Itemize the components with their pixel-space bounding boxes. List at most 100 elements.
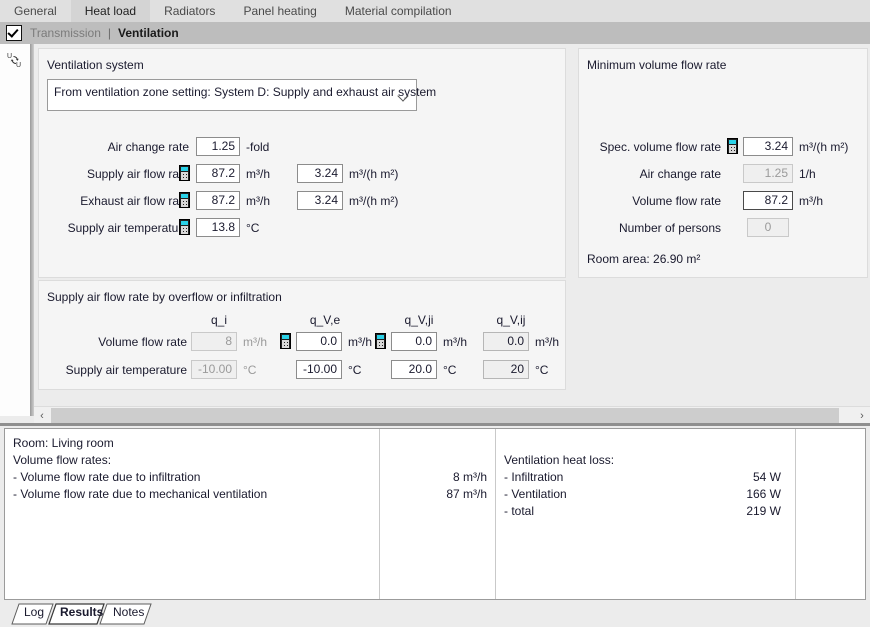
result-heatloss-total-value: 219 W — [746, 504, 781, 518]
sub-tab-bar: Transmission | Ventilation — [0, 22, 870, 44]
room-area-text: Room area: 26.90 m² — [587, 252, 701, 266]
supply-air-flow-rate-unit: m³/h — [246, 167, 270, 181]
supply-air-temperature-label: Supply air temperature — [67, 221, 189, 235]
tab-panel-heating[interactable]: Panel heating — [229, 0, 330, 22]
scrollbar-thumb[interactable] — [51, 408, 839, 423]
result-heatloss-infiltration-value: 54 W — [752, 470, 781, 484]
results-col-values-left: 8 m³/h 87 m³/h — [379, 429, 495, 599]
qvij-volume-flow-unit: m³/h — [535, 335, 559, 349]
qi-volume-flow-input: 8 — [191, 332, 237, 351]
result-room-line: Room: Living room — [13, 436, 114, 450]
qvji-temperature-input[interactable]: 20.0 — [391, 360, 437, 379]
result-vfr-heading: Volume flow rates: — [13, 453, 112, 467]
tab-radiators[interactable]: Radiators — [150, 0, 229, 22]
exhaust-air-flow-rate-unit: m³/h — [246, 194, 270, 208]
ventilation-system-title: Ventilation system — [47, 58, 144, 72]
air-change-rate-input[interactable]: 1.25 — [196, 137, 240, 156]
qvji-volume-flow-unit: m³/h — [443, 335, 467, 349]
qve-temperature-input[interactable]: -10.00 — [296, 360, 342, 379]
air-change-rate-unit: -fold — [246, 140, 270, 154]
supply-air-flow-rate-label: Supply air flow rate — [86, 167, 189, 181]
air-change-rate-label: Air change rate — [107, 140, 189, 154]
bottom-tab-notes[interactable]: Notes — [113, 605, 144, 619]
tab-heat-load[interactable]: Heat load — [70, 0, 151, 22]
results-col-heatloss-labels: Ventilation heat loss: - Infiltration - … — [495, 429, 795, 599]
min-air-change-rate-input: 1.25 — [743, 164, 793, 183]
ventilation-system-dropdown[interactable]: From ventilation zone setting: System D:… — [47, 79, 436, 111]
min-volume-flow-rate-input[interactable]: 87.2 — [743, 191, 793, 210]
results-pane: Room: Living room Volume flow rates: - V… — [4, 428, 866, 600]
exhaust-air-flow-rate-spec-input[interactable]: 3.24 — [297, 191, 343, 210]
application-window: General Heat load Radiators Panel heatin… — [0, 0, 870, 627]
qve-temperature-unit: °C — [348, 363, 362, 377]
minimum-volume-flow-title: Minimum volume flow rate — [587, 58, 727, 72]
bottom-tab-results[interactable]: Results — [60, 605, 103, 619]
result-heatloss-ventilation-value: 166 W — [746, 487, 781, 501]
min-volume-flow-rate-label: Volume flow rate — [632, 194, 721, 208]
calculator-icon-supply-temp[interactable] — [179, 219, 190, 235]
calculator-icon-supply-flow[interactable] — [179, 165, 190, 181]
ventilation-system-dropdown-value: From ventilation zone setting: System D:… — [54, 85, 437, 99]
subtab-transmission[interactable]: Transmission — [30, 26, 101, 40]
scroll-right-arrow-icon[interactable]: › — [854, 407, 870, 424]
calculator-icon-exhaust-flow[interactable] — [179, 192, 190, 208]
column-header-qve: q_V,e — [309, 313, 341, 327]
overflow-infiltration-title: Supply air flow rate by overflow or infi… — [47, 290, 282, 304]
result-vfr-mechanical-value: 87 m³/h — [446, 487, 487, 501]
enable-checkbox[interactable] — [6, 25, 22, 41]
qve-volume-flow-input[interactable]: 0.0 — [296, 332, 342, 351]
horizontal-scrollbar[interactable]: ‹ › — [34, 406, 870, 424]
svg-text:U: U — [7, 53, 12, 60]
min-air-change-rate-label: Air change rate — [639, 167, 721, 181]
scroll-left-arrow-icon[interactable]: ‹ — [34, 407, 50, 424]
calculator-icon-qve[interactable] — [280, 333, 291, 349]
overflow-supply-air-temperature-label: Supply air temperature — [65, 363, 187, 377]
subtab-ventilation[interactable]: Ventilation — [118, 26, 179, 40]
calculator-icon-qvji[interactable] — [375, 333, 386, 349]
unit-swap-icon[interactable]: U U — [4, 49, 26, 71]
calculator-icon-spec-volume-flow[interactable] — [727, 138, 738, 154]
subtab-separator: | — [107, 26, 112, 40]
results-col-labels: Room: Living room Volume flow rates: - V… — [5, 429, 379, 599]
tab-material-compilation[interactable]: Material compilation — [331, 0, 466, 22]
left-rail: U U — [0, 44, 31, 416]
minimum-volume-flow-panel: Minimum volume flow rate Spec. volume fl… — [578, 48, 868, 278]
results-col-spacer — [795, 429, 865, 599]
qve-volume-flow-unit: m³/h — [348, 335, 372, 349]
result-vfr-mechanical-label: - Volume flow rate due to mechanical ven… — [13, 487, 268, 501]
min-air-change-rate-unit: 1/h — [799, 167, 816, 181]
tab-general[interactable]: General — [0, 0, 71, 22]
number-of-persons-label: Number of persons — [618, 221, 721, 235]
supply-air-flow-rate-spec-input[interactable]: 3.24 — [297, 164, 343, 183]
column-header-qvji: q_V,ji — [404, 313, 434, 327]
qvji-volume-flow-input[interactable]: 0.0 — [391, 332, 437, 351]
exhaust-air-flow-rate-input[interactable]: 87.2 — [196, 191, 240, 210]
supply-air-temperature-unit: °C — [246, 221, 260, 235]
pane-divider[interactable] — [0, 423, 870, 426]
result-heatloss-infiltration-label: - Infiltration — [504, 470, 564, 484]
qvij-volume-flow-input: 0.0 — [483, 332, 529, 351]
supply-air-flow-rate-spec-unit: m³/(h m²) — [349, 167, 399, 181]
svg-text:U: U — [16, 62, 21, 69]
result-vfr-infiltration-label: - Volume flow rate due to infiltration — [13, 470, 201, 484]
chevron-down-icon — [399, 92, 408, 101]
overflow-volume-flow-rate-label: Volume flow rate — [98, 335, 187, 349]
qvji-temperature-unit: °C — [443, 363, 457, 377]
supply-air-flow-rate-input[interactable]: 87.2 — [196, 164, 240, 183]
min-volume-flow-rate-unit: m³/h — [799, 194, 823, 208]
spec-volume-flow-rate-unit: m³/(h m²) — [799, 140, 849, 154]
qvij-temperature-unit: °C — [535, 363, 549, 377]
column-header-qi: q_i — [210, 313, 227, 327]
bottom-tab-log[interactable]: Log — [24, 605, 44, 619]
supply-air-temperature-input[interactable]: 13.8 — [196, 218, 240, 237]
column-header-qvij: q_V,ij — [496, 313, 526, 327]
exhaust-air-flow-rate-label: Exhaust air flow rate — [80, 194, 189, 208]
qi-volume-flow-unit: m³/h — [243, 335, 267, 349]
result-heatloss-heading: Ventilation heat loss: — [504, 453, 615, 467]
overflow-infiltration-panel: Supply air flow rate by overflow or infi… — [38, 280, 566, 390]
result-heatloss-ventilation-label: - Ventilation — [504, 487, 567, 501]
spec-volume-flow-rate-input[interactable]: 3.24 — [743, 137, 793, 156]
qi-temperature-unit: °C — [243, 363, 257, 377]
bottom-tab-bar: Log Results Notes — [0, 600, 870, 627]
main-content-area: Ventilation system From ventilation zone… — [34, 44, 870, 404]
